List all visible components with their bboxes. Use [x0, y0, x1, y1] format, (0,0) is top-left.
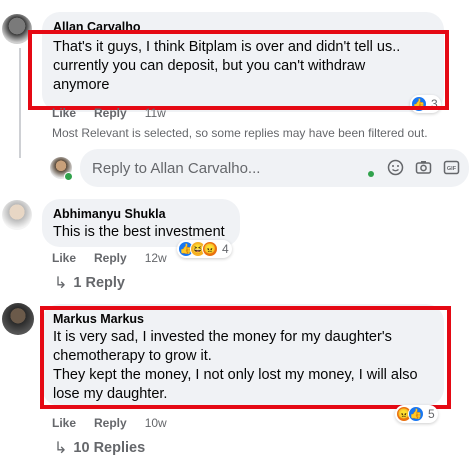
comment-text-line: anymore: [53, 77, 110, 93]
like-icon: 👍: [408, 406, 424, 422]
comment-text-line: currently you can deposit, but you can't…: [53, 58, 366, 74]
comment-text-line: It is very sad, I invested the money for…: [53, 329, 392, 345]
comment-bubble: Markus Markus It is very sad, I invested…: [42, 304, 444, 406]
reaction-summary[interactable]: 😠 👍 5: [395, 405, 438, 423]
comment-text-line: lose my daughter.: [53, 386, 168, 402]
reply-arrow-icon: ↳: [54, 440, 68, 457]
reply-arrow-icon: ↳: [54, 275, 68, 292]
like-icon: 👍: [411, 96, 427, 112]
gif-icon[interactable]: GIF: [442, 158, 460, 176]
camera-icon[interactable]: [414, 158, 432, 176]
reply-button[interactable]: Reply: [94, 106, 127, 120]
reply-input-placeholder: Reply to Allan Carvalho...: [92, 159, 261, 177]
reaction-summary[interactable]: 👍 😆 😠 4: [177, 240, 232, 258]
avatar[interactable]: [2, 303, 34, 335]
filter-note: Most Relevant is selected, so some repli…: [52, 126, 428, 140]
comment-author[interactable]: Markus Markus: [53, 312, 144, 326]
comment-text: It is very sad, I invested the money for…: [53, 328, 418, 404]
thread-line: [19, 48, 21, 158]
reaction-count: 3: [431, 97, 438, 111]
reply-button[interactable]: Reply: [94, 416, 127, 430]
comment-author[interactable]: Abhimanyu Shukla: [53, 207, 166, 221]
reaction-count: 4: [222, 242, 229, 256]
comment-timestamp[interactable]: 11w: [145, 106, 166, 120]
view-replies-link[interactable]: ↳ 10 Replies: [54, 438, 145, 458]
comment-actions: Like Reply 10w: [52, 416, 167, 430]
like-button[interactable]: Like: [52, 106, 76, 120]
comment-bubble: Allan Carvalho That's it guys, I think B…: [42, 12, 444, 112]
reaction-count: 5: [428, 407, 435, 421]
emoji-icon[interactable]: [386, 158, 404, 176]
angry-icon: 😠: [202, 241, 218, 257]
comment-actions: Like Reply 12w: [52, 251, 167, 265]
typing-indicator-dot: [368, 171, 374, 177]
comment-timestamp[interactable]: 10w: [145, 416, 167, 430]
reply-button[interactable]: Reply: [94, 251, 127, 265]
like-button[interactable]: Like: [52, 251, 76, 265]
reaction-summary[interactable]: 👍 3: [410, 95, 441, 113]
avatar[interactable]: [2, 14, 32, 44]
view-replies-link[interactable]: ↳ 1 Reply: [54, 273, 125, 293]
comment-text-line: That's it guys, I think Bitplam is over …: [53, 39, 401, 55]
like-button[interactable]: Like: [52, 416, 76, 430]
avatar[interactable]: [2, 200, 32, 230]
online-status-dot: [64, 172, 73, 181]
comment-text-line: They kept the money, I not only lost my …: [53, 367, 418, 383]
reply-input-icons: GIF: [386, 158, 471, 176]
comment-text: That's it guys, I think Bitplam is over …: [53, 38, 400, 95]
view-replies-label: 1 Reply: [73, 275, 125, 291]
comment-text-line: chemotherapy to grow it.: [53, 348, 212, 364]
svg-text:GIF: GIF: [446, 166, 456, 172]
comment-author[interactable]: Allan Carvalho: [53, 20, 141, 34]
comment-actions: Like Reply 11w: [52, 106, 166, 120]
view-replies-label: 10 Replies: [73, 440, 146, 456]
comment-timestamp[interactable]: 12w: [145, 251, 167, 265]
